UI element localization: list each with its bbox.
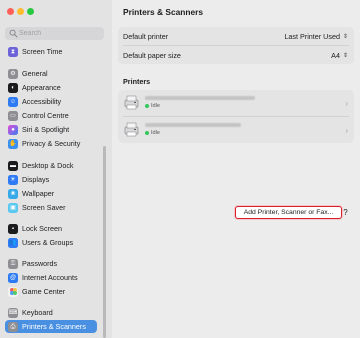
sidebar-item-label: Passwords	[22, 259, 58, 268]
sidebar-item-label: Screen Saver	[22, 203, 66, 212]
printer-name-redacted	[145, 123, 241, 127]
sidebar-item-internet-accounts[interactable]: @ Internet Accounts	[5, 271, 97, 284]
search-input[interactable]	[19, 27, 101, 40]
paper-size-value: A4	[331, 50, 340, 60]
users-icon: 👥	[8, 237, 18, 248]
sidebar-item-label: Privacy & Security	[22, 139, 81, 148]
game-center-icon	[8, 286, 18, 297]
sidebar-item-label: Control Centre	[22, 111, 69, 120]
sidebar-item-label: Keyboard	[22, 308, 53, 317]
printers-list: Idle › Idle ›	[118, 90, 354, 143]
printer-icon: ⎙	[8, 321, 18, 332]
printer-row[interactable]: Idle ›	[118, 90, 354, 116]
screen-saver-icon: ▣	[8, 202, 18, 213]
gear-icon: ⚙	[8, 68, 18, 79]
siri-icon: ●	[8, 124, 18, 135]
sidebar-item-wallpaper[interactable]: ❀ Wallpaper	[5, 187, 97, 200]
sidebar-item-keyboard[interactable]: ⌨ Keyboard	[5, 306, 97, 319]
sidebar-item-label: General	[22, 69, 48, 78]
chevron-updown-icon: ⇕	[342, 52, 348, 59]
paper-size-label: Default paper size	[123, 50, 181, 60]
sidebar-item-label: Siri & Spotlight	[22, 125, 70, 134]
sidebar-item-printers-scanners[interactable]: ⎙ Printers & Scanners	[5, 320, 97, 333]
hand-icon: ✋	[8, 138, 18, 149]
help-button[interactable]: ?	[340, 207, 351, 218]
sidebar-item-users-groups[interactable]: 👥 Users & Groups	[5, 236, 97, 249]
printer-status: Idle	[145, 103, 160, 109]
sidebar-item-game-center[interactable]: Game Center	[5, 285, 97, 298]
appearance-icon: ◐	[8, 82, 18, 93]
hourglass-icon: ⧗	[8, 46, 18, 57]
printer-status: Idle	[145, 130, 160, 136]
sidebar-item-lock-screen[interactable]: ▪ Lock Screen	[5, 222, 97, 235]
key-icon: ⚿	[8, 258, 18, 269]
accessibility-icon: ☺	[8, 96, 18, 107]
settings-window: ⧗ Screen Time ⚙ General ◐ Appearance ☺ A…	[0, 0, 360, 338]
sidebar-item-label: Accessibility	[22, 97, 62, 106]
sidebar-item-accessibility[interactable]: ☺ Accessibility	[5, 95, 97, 108]
sidebar-item-label: Wallpaper	[22, 189, 55, 198]
at-icon: @	[8, 272, 18, 283]
printer-row[interactable]: Idle ›	[118, 117, 354, 143]
printers-heading: Printers	[123, 77, 151, 86]
sidebar-item-desktop-dock[interactable]: ▬ Desktop & Dock	[5, 159, 97, 172]
close-window-button[interactable]	[7, 8, 14, 15]
default-printer-value: Last Printer Used	[284, 31, 340, 41]
sidebar-item-label: Displays	[22, 175, 50, 184]
sun-icon: ☀	[8, 174, 18, 185]
search-icon	[9, 29, 18, 38]
status-dot	[145, 131, 149, 135]
sidebar: ⧗ Screen Time ⚙ General ◐ Appearance ☺ A…	[0, 0, 113, 338]
chevron-updown-icon: ⇕	[342, 33, 348, 40]
zoom-window-button[interactable]	[27, 8, 34, 15]
dock-icon: ▬	[8, 160, 18, 171]
sidebar-scrollbar[interactable]	[103, 146, 106, 338]
sidebar-item-displays[interactable]: ☀ Displays	[5, 173, 97, 186]
wallpaper-icon: ❀	[8, 188, 18, 199]
printer-status-label: Idle	[151, 130, 161, 136]
minimize-window-button[interactable]	[17, 8, 24, 15]
sidebar-item-label: Desktop & Dock	[22, 161, 74, 170]
default-printer-label: Default printer	[123, 31, 169, 41]
sidebar-item-label: Lock Screen	[22, 224, 62, 233]
sidebar-item-label: Screen Time	[22, 47, 63, 56]
paper-size-row[interactable]: Default paper size A4 ⇕	[118, 46, 354, 64]
sidebar-item-label: Printers & Scanners	[22, 322, 86, 331]
paper-size-select[interactable]: A4 ⇕	[331, 51, 348, 60]
chevron-right-icon: ›	[345, 126, 348, 135]
sidebar-item-passwords[interactable]: ⚿ Passwords	[5, 257, 97, 270]
keyboard-icon: ⌨	[8, 307, 18, 318]
printer-icon	[124, 122, 139, 137]
printer-name-redacted	[145, 96, 255, 100]
sidebar-item-privacy-security[interactable]: ✋ Privacy & Security	[5, 137, 97, 150]
default-printer-select[interactable]: Last Printer Used ⇕	[284, 32, 348, 41]
printer-icon	[124, 95, 139, 110]
lock-icon: ▪	[8, 223, 18, 234]
defaults-card: Default printer Last Printer Used ⇕ Defa…	[118, 27, 354, 64]
main-pane: Printers & Scanners Default printer Last…	[112, 0, 360, 338]
default-printer-row[interactable]: Default printer Last Printer Used ⇕	[118, 27, 354, 45]
sidebar-item-siri-spotlight[interactable]: ● Siri & Spotlight	[5, 123, 97, 136]
status-dot	[145, 104, 149, 108]
sidebar-item-label: Users & Groups	[22, 238, 74, 247]
printer-status-label: Idle	[151, 103, 161, 109]
page-title: Printers & Scanners	[123, 7, 204, 17]
sidebar-item-general[interactable]: ⚙ General	[5, 67, 97, 80]
sidebar-item-appearance[interactable]: ◐ Appearance	[5, 81, 97, 94]
add-printer-button[interactable]: Add Printer, Scanner or Fax...	[235, 206, 342, 219]
sidebar-item-screen-time[interactable]: ⧗ Screen Time	[5, 45, 97, 58]
sidebar-item-screen-saver[interactable]: ▣ Screen Saver	[5, 201, 97, 214]
search-field[interactable]	[5, 27, 104, 40]
sidebar-item-control-centre[interactable]: ▭ Control Centre	[5, 109, 97, 122]
sidebar-item-label: Game Center	[22, 287, 66, 296]
control-centre-icon: ▭	[8, 110, 18, 121]
sidebar-item-label: Internet Accounts	[22, 273, 78, 282]
sidebar-item-label: Appearance	[22, 83, 61, 92]
chevron-right-icon: ›	[345, 99, 348, 108]
